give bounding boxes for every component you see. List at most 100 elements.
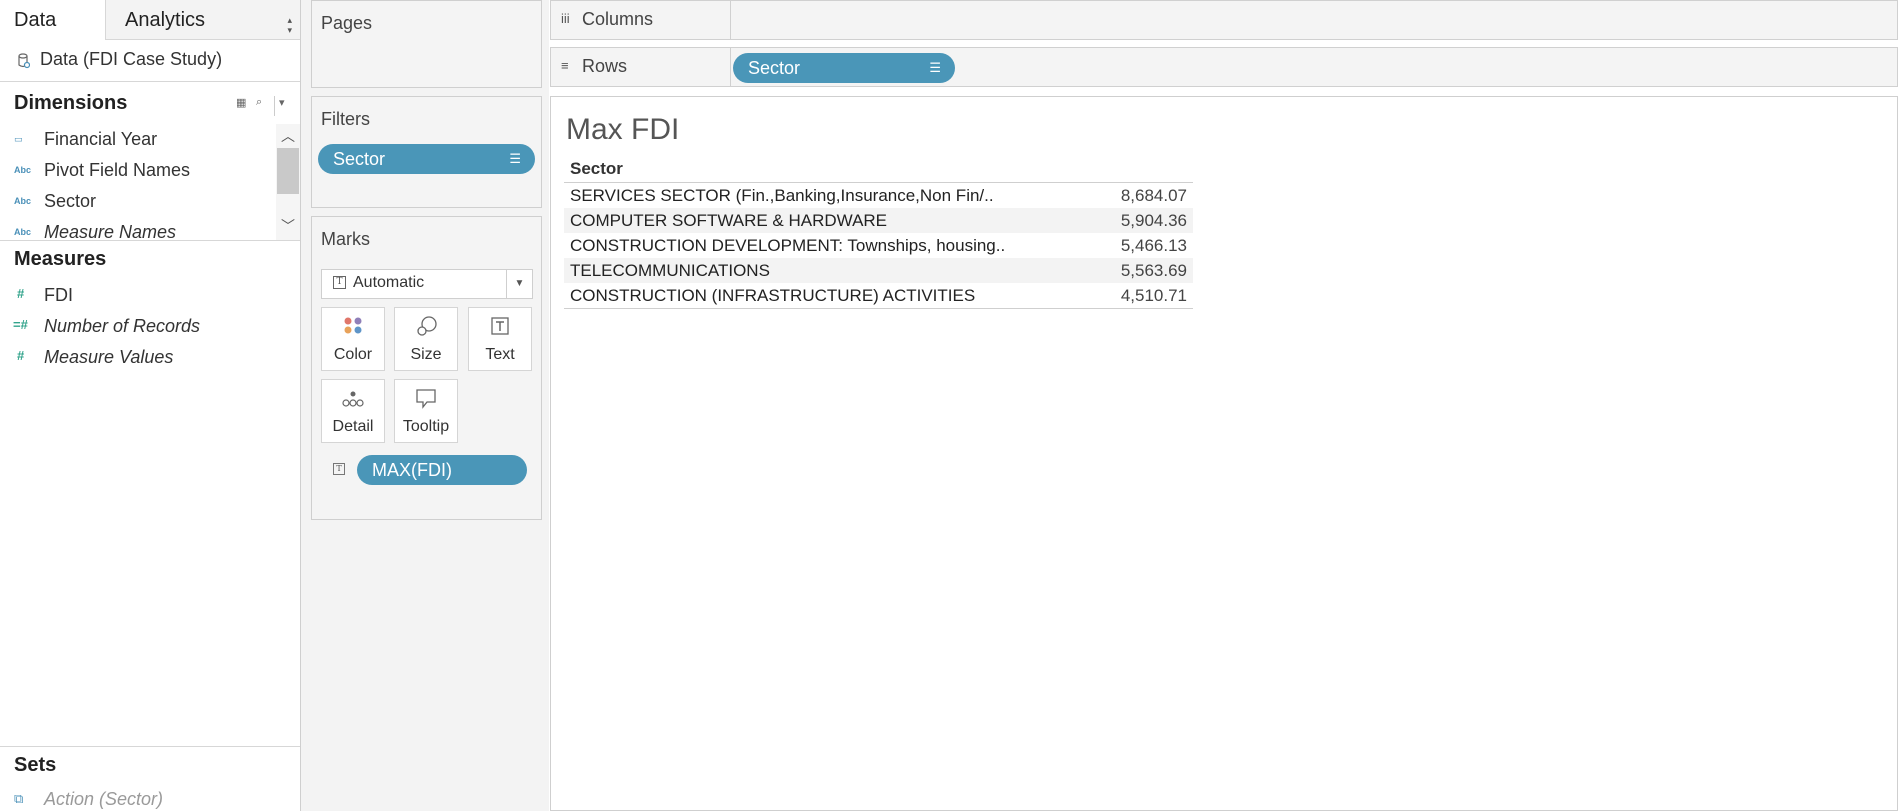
viz-canvas[interactable]: Max FDI Sector SERVICES SECTOR (Fin.,Ban… (550, 96, 1898, 811)
date-icon: ▭ (14, 134, 23, 144)
tooltip-icon (416, 389, 436, 409)
field-financial-year[interactable]: ▭ Financial Year (0, 124, 276, 154)
rows-pill-sector[interactable]: Sector ☰ (733, 53, 955, 83)
measure-icon: # (17, 348, 25, 363)
chevron-down-icon[interactable]: ▾ (274, 96, 285, 116)
rows-icon: ≡ (561, 58, 569, 73)
mark-type-label: Automatic (353, 274, 425, 291)
chevron-up-icon[interactable]: ︿ (281, 126, 295, 146)
mark-type-select[interactable]: T Automatic ▼ (321, 269, 533, 299)
calculated-measure-icon: =# (13, 317, 28, 332)
rows-shelf[interactable]: ≡ Rows Sector ☰ (550, 47, 1898, 87)
row-value: 4,510.71 (1120, 286, 1187, 305)
dimensions-tools: ▦ ⌕ ▾ (236, 96, 296, 116)
marks-pill-max-fdi[interactable]: MAX(FDI) (357, 455, 527, 485)
table-row[interactable]: TELECOMMUNICATIONS 5,563.69 (564, 258, 1193, 283)
row-sector: TELECOMMUNICATIONS (570, 261, 770, 280)
detail-icon (342, 391, 364, 407)
row-value: 5,904.36 (1120, 211, 1187, 230)
text-label: Text (485, 346, 515, 363)
field-label: Sector (44, 191, 97, 211)
view-list-icon[interactable]: ▦ (236, 96, 246, 109)
table-row[interactable]: CONSTRUCTION (INFRASTRUCTURE) ACTIVITIES… (564, 283, 1193, 308)
columns-shelf[interactable]: iii Columns (550, 0, 1898, 40)
datasource-icon (18, 53, 30, 69)
set-icon: ⧉ (14, 791, 24, 806)
rows-shelf-header: ≡ Rows (551, 48, 731, 86)
field-label: Financial Year (44, 129, 158, 149)
field-label: Number of Records (44, 316, 201, 336)
row-sector: CONSTRUCTION DEVELOPMENT: Townships, hou… (570, 236, 1006, 255)
field-fdi[interactable]: # FDI (0, 280, 276, 310)
text-button[interactable]: Text (468, 307, 532, 371)
pill-label: Sector (748, 58, 801, 78)
table-row[interactable]: SERVICES SECTOR (Fin.,Banking,Insurance,… (564, 183, 1193, 208)
text-icon (491, 317, 509, 335)
pages-card[interactable]: Pages (311, 0, 542, 88)
filters-card[interactable]: Filters Sector ☰ (311, 96, 542, 208)
pill-label: Sector (333, 149, 386, 169)
marks-title: Marks (321, 229, 370, 249)
marks-card: Marks T Automatic ▼ Color Size Text Deta… (311, 216, 542, 520)
text-mark-icon: T (333, 463, 345, 475)
chevron-down-icon[interactable]: ▼ (506, 270, 532, 298)
color-label: Color (333, 346, 373, 363)
sets-title: Sets (14, 754, 57, 776)
pill-label: MAX(FDI) (372, 460, 452, 480)
column-header-sector[interactable]: Sector (570, 159, 623, 179)
dimensions-title: Dimensions (14, 92, 128, 114)
measures-title: Measures (14, 248, 107, 270)
tooltip-label: Tooltip (402, 418, 450, 435)
row-value: 8,684.07 (1120, 186, 1187, 205)
sort-icon: ☰ (929, 60, 941, 75)
sort-icon: ☰ (509, 151, 521, 166)
detail-button[interactable]: Detail (321, 379, 385, 443)
datasource-label: Data (FDI Case Study) (40, 49, 223, 69)
dimensions-list: ▭ Financial Year Abc Pivot Field Names A… (0, 124, 276, 240)
tab-analytics-label: Analytics (125, 9, 206, 31)
search-icon[interactable]: ⌕ (256, 96, 262, 109)
scrollbar-thumb[interactable] (277, 148, 299, 194)
detail-label: Detail (332, 418, 374, 435)
color-button[interactable]: Color (321, 307, 385, 371)
measure-icon: # (17, 286, 25, 301)
viz-title: Max FDI (566, 113, 680, 146)
size-button[interactable]: Size (394, 307, 458, 371)
tab-data[interactable]: Data (0, 0, 106, 40)
string-icon: Abc (14, 165, 32, 175)
rows-label: Rows (582, 56, 628, 76)
divider (0, 746, 300, 747)
field-sector[interactable]: Abc Sector (0, 186, 276, 216)
text-mark-icon: T (333, 276, 346, 289)
tab-menu-icon[interactable]: ▴ ▾ (287, 15, 292, 35)
field-label: Measure Values (44, 347, 174, 367)
columns-icon: iii (561, 11, 570, 26)
set-action-sector[interactable]: ⧉ Action (Sector) (0, 786, 300, 811)
chevron-down-icon[interactable]: ﹀ (281, 216, 295, 236)
field-label: FDI (44, 285, 73, 305)
color-icon (344, 317, 362, 334)
string-icon: Abc (14, 196, 32, 206)
row-value: 5,466.13 (1120, 236, 1187, 255)
filter-pill-sector[interactable]: Sector ☰ (318, 144, 535, 174)
tab-analytics[interactable]: Analytics ▴ ▾ (106, 0, 300, 40)
divider (0, 240, 300, 241)
pages-title: Pages (321, 13, 373, 33)
field-label: Measure Names (44, 222, 177, 240)
field-pivot-field-names[interactable]: Abc Pivot Field Names (0, 155, 276, 185)
table-row[interactable]: CONSTRUCTION DEVELOPMENT: Townships, hou… (564, 233, 1193, 258)
size-label: Size (410, 346, 442, 363)
table-row[interactable]: COMPUTER SOFTWARE & HARDWARE 5,904.36 (564, 208, 1193, 233)
row-sector: COMPUTER SOFTWARE & HARDWARE (570, 211, 888, 230)
set-label: Action (Sector) (44, 789, 164, 809)
cards-column: Pages Filters Sector ☰ Marks T Automatic… (301, 0, 549, 811)
field-number-of-records[interactable]: =# Number of Records (0, 311, 276, 341)
field-measure-names[interactable]: Abc Measure Names (0, 217, 276, 240)
dimensions-scrollbar[interactable]: ︿ ﹀ (276, 124, 300, 240)
measures-list: # FDI =# Number of Records # Measure Val… (0, 280, 300, 380)
row-value: 5,563.69 (1120, 261, 1187, 280)
text-table: SERVICES SECTOR (Fin.,Banking,Insurance,… (564, 182, 1193, 309)
datasource-item[interactable]: Data (FDI Case Study) (0, 40, 300, 82)
field-measure-values[interactable]: # Measure Values (0, 342, 276, 372)
tooltip-button[interactable]: Tooltip (394, 379, 458, 443)
